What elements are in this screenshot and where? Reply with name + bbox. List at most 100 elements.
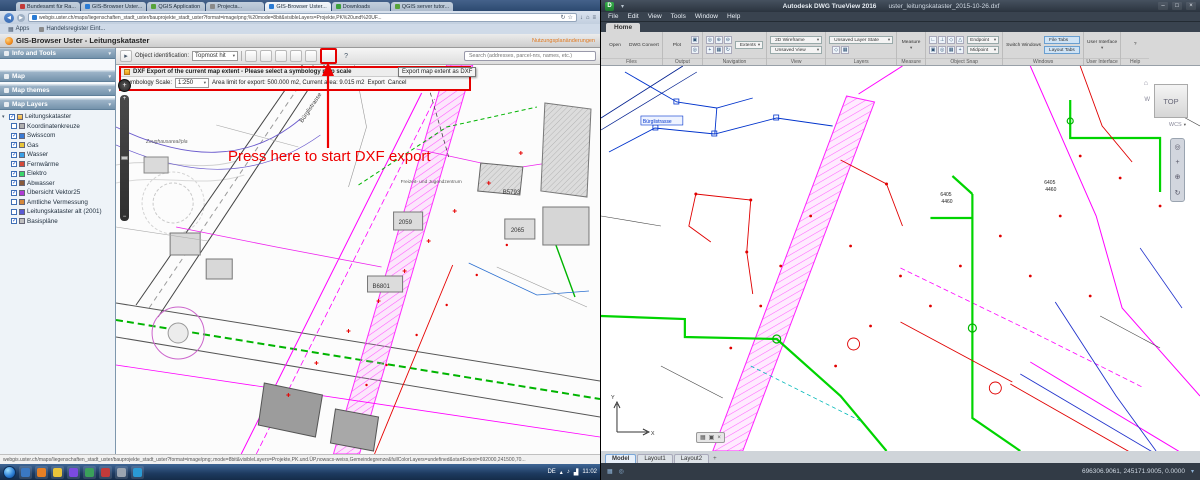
snap-node-icon[interactable]: ◇ xyxy=(947,36,955,44)
taskbar-app-icon[interactable] xyxy=(83,466,96,479)
tab-home[interactable]: Home xyxy=(606,23,640,32)
layer-item[interactable]: ✓Basispläne xyxy=(2,217,113,227)
browser-tab[interactable]: QGIS server tutor... xyxy=(391,2,453,11)
object-id-select[interactable]: Topmost hit▾ xyxy=(192,51,238,61)
snap-plus-icon[interactable]: + xyxy=(956,46,964,54)
layer-root[interactable]: ▾✓Leitungskataster xyxy=(2,112,113,122)
orbit-icon[interactable]: ↻ xyxy=(1175,189,1181,197)
layers-button[interactable] xyxy=(305,50,317,62)
layer-item[interactable]: Amtliche Vermessung xyxy=(2,198,113,208)
zoom-handle[interactable] xyxy=(121,156,128,160)
layout-tabs-toggle[interactable]: Layout Tabs xyxy=(1044,46,1080,54)
export-button[interactable]: Export xyxy=(367,80,384,86)
help-button[interactable]: ? xyxy=(1124,42,1146,47)
help-button[interactable]: ? xyxy=(340,50,352,62)
layer-item[interactable]: ✓Swisscom xyxy=(2,131,113,141)
layer-checkbox[interactable] xyxy=(11,123,17,129)
collapse-icon[interactable]: ▾ xyxy=(108,74,111,80)
identify-tool-button[interactable]: ▸ xyxy=(120,50,132,62)
snap-perpendicular-icon[interactable]: ⊥ xyxy=(938,36,946,44)
layer-checkbox[interactable]: ✓ xyxy=(11,161,17,167)
taskbar-app-icon[interactable] xyxy=(67,466,80,479)
measure-button[interactable] xyxy=(275,50,287,62)
layer-properties-icon[interactable]: ▦ xyxy=(841,46,849,54)
zoom-out-icon[interactable]: ⊖ xyxy=(724,36,732,44)
bookmark-apps[interactable]: ▦Apps xyxy=(8,26,29,33)
new-layout-button[interactable]: + xyxy=(710,455,720,463)
dwg-convert-button[interactable]: DWG Convert xyxy=(629,42,659,48)
downloads-icon[interactable]: ↓ xyxy=(580,15,583,21)
volume-icon[interactable]: ♪ xyxy=(567,469,570,475)
taskbar-app-icon[interactable] xyxy=(99,466,112,479)
taskbar-app-icon[interactable] xyxy=(35,466,48,479)
layer-checkbox[interactable]: ✓ xyxy=(11,152,17,158)
viewcube-wcs-menu[interactable]: WCS▾ xyxy=(1169,122,1186,128)
bookmark-star-icon[interactable]: ☆ xyxy=(567,14,572,21)
switch-windows-button[interactable]: Switch Windows xyxy=(1006,42,1041,48)
print-button[interactable] xyxy=(245,50,257,62)
layer-checkbox[interactable] xyxy=(11,199,17,205)
toolbar-square-icon[interactable]: ▣ xyxy=(709,434,715,441)
layer-checkbox[interactable]: ✓ xyxy=(11,171,17,177)
layer-checkbox[interactable]: ✓ xyxy=(11,218,17,224)
menu-view[interactable]: View xyxy=(648,13,662,20)
cad-drawing[interactable]: Bürglistrasse xyxy=(601,66,1200,451)
layer-checkbox[interactable] xyxy=(11,209,17,215)
map-canvas[interactable]: Zeughausareal/pla Bürglistrasse Freizeit… xyxy=(116,65,600,454)
pan-icon[interactable]: + xyxy=(706,46,714,54)
grid-icon[interactable]: ▦ xyxy=(715,46,723,54)
layer-checkbox[interactable]: ✓ xyxy=(11,133,17,139)
toolbar-grid-icon[interactable]: ▦ xyxy=(700,434,706,441)
batch-plot-icon[interactable]: ▣ xyxy=(691,36,699,44)
taskbar-app-icon[interactable] xyxy=(115,466,128,479)
tray-expand-icon[interactable]: ▴ xyxy=(560,469,563,476)
browser-tab[interactable]: Projecta... xyxy=(206,2,264,11)
cad-drawing-area[interactable]: Bürglistrasse xyxy=(601,66,1200,451)
orbit-icon[interactable]: ↻ xyxy=(724,46,732,54)
status-grid-icon[interactable]: ▦ xyxy=(607,468,613,475)
panel-header-map[interactable]: Map▾ xyxy=(0,71,115,82)
pan-compass[interactable]: + xyxy=(118,79,131,92)
menu-edit[interactable]: Edit xyxy=(627,13,638,20)
url-bar[interactable]: webgis.uster.ch/maps/liegenschaften_stad… xyxy=(28,13,577,22)
panel-header-map-layers[interactable]: Map Layers▾ xyxy=(0,99,115,110)
measure-button[interactable]: Measure▾ xyxy=(900,39,922,51)
user-interface-button[interactable]: User Interface▾ xyxy=(1087,39,1117,51)
snap-triangle-icon[interactable]: △ xyxy=(956,36,964,44)
scale-select[interactable]: 1:250▾ xyxy=(175,78,209,88)
menu-icon[interactable]: ≡ xyxy=(592,15,596,21)
map-search-box[interactable] xyxy=(464,51,596,61)
layer-item[interactable]: ✓Elektro xyxy=(2,169,113,179)
snap-square-icon[interactable]: ▣ xyxy=(929,46,937,54)
taskbar-app-icon[interactable] xyxy=(19,466,32,479)
endpoint-dropdown[interactable]: Endpoint▾ xyxy=(967,36,999,44)
snap-center-icon[interactable]: ◎ xyxy=(938,46,946,54)
layer-checkbox[interactable]: ✓ xyxy=(11,180,17,186)
pan-icon[interactable]: + xyxy=(1175,159,1179,166)
layer-item[interactable]: Leitungskataster alt (2001) xyxy=(2,207,113,217)
file-tabs-toggle[interactable]: File Tabs xyxy=(1044,36,1080,44)
layer-state-dropdown[interactable]: Unsaved Layer State▾ xyxy=(829,36,893,44)
snap-grid-icon[interactable]: ▦ xyxy=(947,46,955,54)
keyboard-language[interactable]: DE xyxy=(547,469,555,475)
network-icon[interactable]: ▟ xyxy=(574,469,579,476)
tab-layout2[interactable]: Layout2 xyxy=(674,454,709,463)
status-snap-icon[interactable]: ◎ xyxy=(619,468,624,475)
header-link[interactable]: Nutzungsplanänderungen xyxy=(532,38,595,44)
browser-tab[interactable]: Downloads xyxy=(332,2,390,11)
preview-icon[interactable]: ◎ xyxy=(691,46,699,54)
browser-tab-active[interactable]: GIS-Browser Uster... xyxy=(265,2,330,11)
reload-icon[interactable]: ↻ xyxy=(560,14,565,21)
layer-checkbox[interactable]: ✓ xyxy=(11,142,17,148)
cancel-button[interactable]: Cancel xyxy=(388,80,407,86)
marker-button[interactable] xyxy=(290,50,302,62)
midpoint-dropdown[interactable]: Midpoint▾ xyxy=(967,46,999,54)
layer-item[interactable]: ✓Abwasser xyxy=(2,179,113,189)
document-button[interactable] xyxy=(260,50,272,62)
zoom-in-icon[interactable]: + xyxy=(123,96,127,102)
menu-window[interactable]: Window xyxy=(695,13,718,20)
menu-tools[interactable]: Tools xyxy=(671,13,686,20)
layer-isolate-icon[interactable]: ◇ xyxy=(832,46,840,54)
collapse-icon[interactable]: ▾ xyxy=(108,51,111,57)
tab-layout1[interactable]: Layout1 xyxy=(637,454,672,463)
